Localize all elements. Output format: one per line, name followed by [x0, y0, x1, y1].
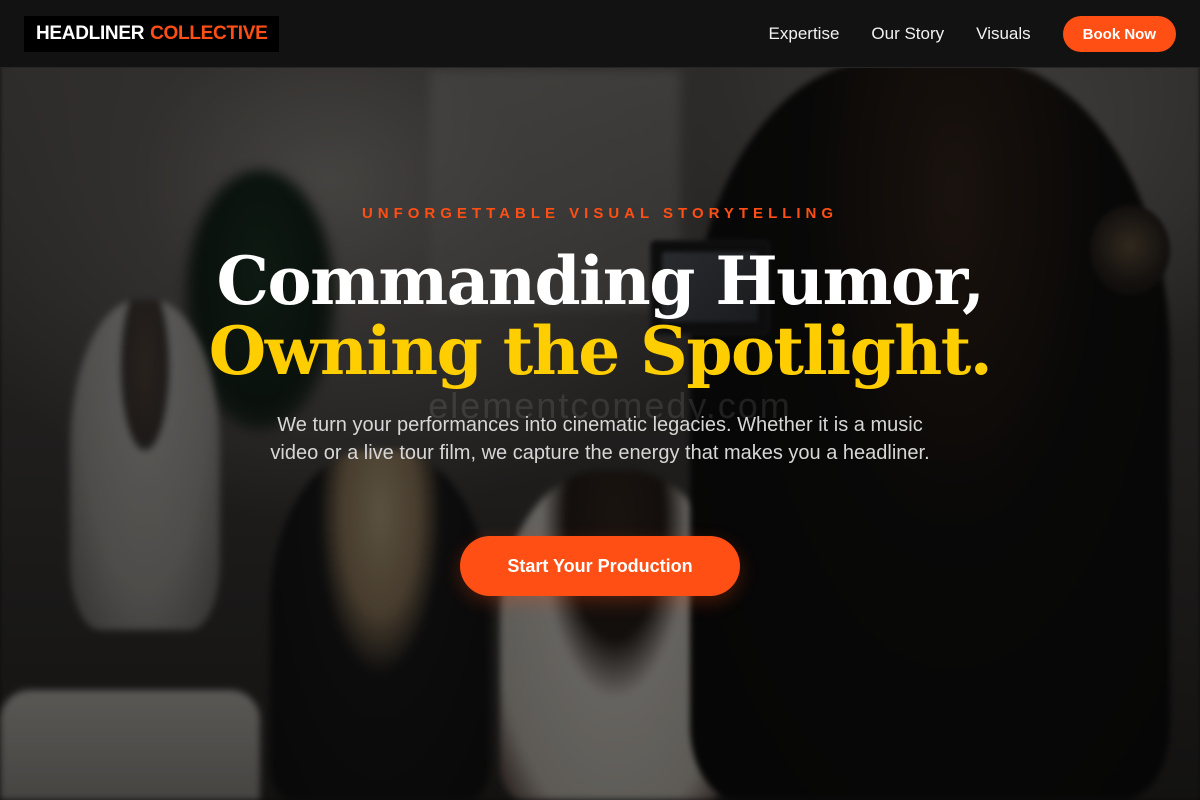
start-production-button[interactable]: Start Your Production — [460, 536, 740, 596]
hero-title: Commanding Humor, Owning the Spotlight. — [0, 246, 1200, 386]
nav-link-visuals[interactable]: Visuals — [976, 24, 1031, 44]
book-now-button[interactable]: Book Now — [1062, 16, 1176, 52]
nav-link-our-story[interactable]: Our Story — [871, 24, 944, 44]
nav-link-expertise[interactable]: Expertise — [769, 24, 840, 44]
logo-text-accent: COLLECTIVE — [150, 23, 268, 44]
site-header: HEADLINER COLLECTIVE Expertise Our Story… — [0, 0, 1200, 68]
site-logo[interactable]: HEADLINER COLLECTIVE — [24, 16, 280, 52]
landing-page: HEADLINER COLLECTIVE Expertise Our Story… — [0, 0, 1200, 800]
hero-section: UNFORGETTABLE VISUAL STORYTELLING Comman… — [0, 0, 1200, 800]
hero-title-line1: Commanding Humor, — [216, 242, 985, 320]
main-nav: Expertise Our Story Visuals Book Now — [769, 16, 1176, 52]
hero-eyebrow: UNFORGETTABLE VISUAL STORYTELLING — [361, 205, 839, 222]
hero-title-line2: Owning the Spotlight. — [208, 312, 993, 390]
hero-subtitle: We turn your performances into cinematic… — [270, 414, 930, 464]
logo-text-main: HEADLINER — [36, 23, 145, 44]
